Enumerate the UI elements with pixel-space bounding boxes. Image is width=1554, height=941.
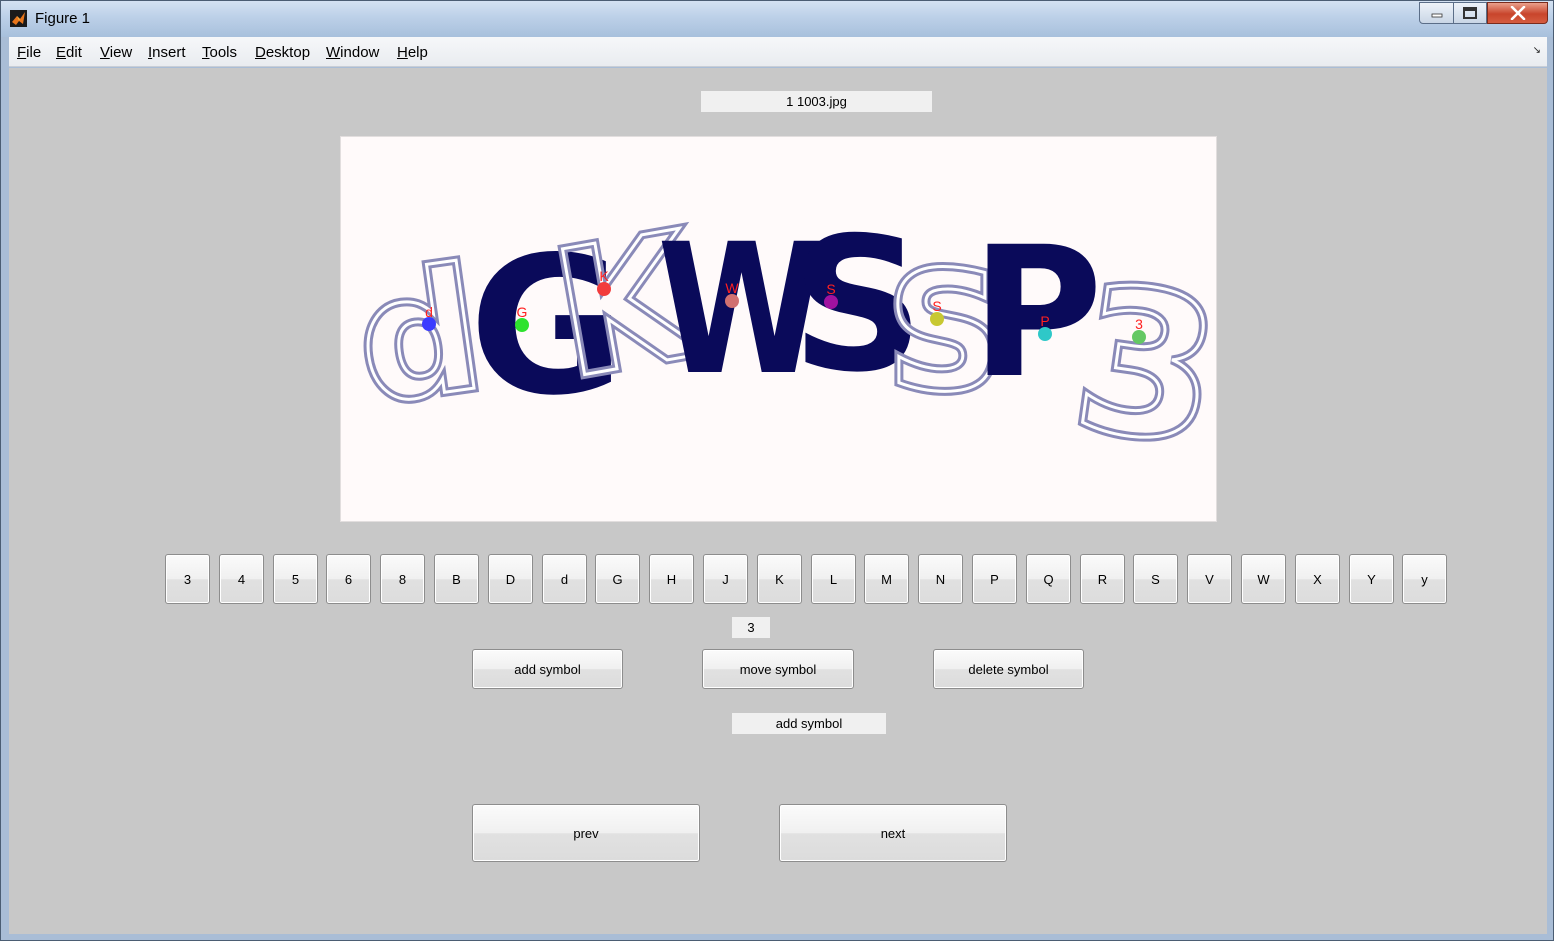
menu-help[interactable]: Help bbox=[397, 44, 428, 61]
menu-insert[interactable]: Insert bbox=[148, 44, 186, 61]
marker-G[interactable] bbox=[515, 318, 529, 332]
symbol-button-Y[interactable]: Y bbox=[1349, 554, 1394, 604]
close-button[interactable] bbox=[1487, 2, 1548, 24]
marker-3[interactable] bbox=[1132, 330, 1146, 344]
menu-view[interactable]: View bbox=[100, 44, 132, 61]
symbol-button-5[interactable]: 5 bbox=[273, 554, 318, 604]
symbol-button-4[interactable]: 4 bbox=[219, 554, 264, 604]
menu-tools[interactable]: Tools bbox=[202, 44, 237, 61]
menu-window[interactable]: Window bbox=[326, 44, 379, 61]
symbol-button-S[interactable]: S bbox=[1133, 554, 1178, 604]
figure-canvas: 1 1003.jpg d d G K K W S S S P 3 3 d G K… bbox=[9, 68, 1547, 934]
symbol-button-8[interactable]: 8 bbox=[380, 554, 425, 604]
restore-icon bbox=[1463, 7, 1477, 19]
symbol-button-Q[interactable]: Q bbox=[1026, 554, 1071, 604]
marker-S-2[interactable] bbox=[930, 312, 944, 326]
symbol-button-M[interactable]: M bbox=[864, 554, 909, 604]
symbol-button-N[interactable]: N bbox=[918, 554, 963, 604]
prev-button[interactable]: prev bbox=[472, 804, 700, 862]
marker-d[interactable] bbox=[422, 317, 436, 331]
delete-symbol-button[interactable]: delete symbol bbox=[933, 649, 1084, 689]
next-button[interactable]: next bbox=[779, 804, 1007, 862]
marker-S-1[interactable] bbox=[824, 295, 838, 309]
menu-bar: File Edit View Insert Tools Desktop Wind… bbox=[9, 37, 1547, 67]
mode-display: add symbol bbox=[732, 713, 886, 734]
marker-W[interactable] bbox=[725, 294, 739, 308]
maximize-button[interactable] bbox=[1453, 2, 1487, 24]
move-symbol-button[interactable]: move symbol bbox=[702, 649, 854, 689]
symbol-button-R[interactable]: R bbox=[1080, 554, 1125, 604]
menu-file[interactable]: File bbox=[17, 44, 41, 61]
symbol-button-lower-y[interactable]: y bbox=[1402, 554, 1447, 604]
symbol-button-L[interactable]: L bbox=[811, 554, 856, 604]
symbol-button-K[interactable]: K bbox=[757, 554, 802, 604]
window-title: Figure 1 bbox=[35, 10, 91, 27]
symbol-button-J[interactable]: J bbox=[703, 554, 748, 604]
symbol-button-3[interactable]: 3 bbox=[165, 554, 210, 604]
menu-desktop[interactable]: Desktop bbox=[255, 44, 310, 61]
minimize-button[interactable] bbox=[1419, 2, 1454, 24]
symbol-button-6[interactable]: 6 bbox=[326, 554, 371, 604]
add-symbol-button[interactable]: add symbol bbox=[472, 649, 623, 689]
filename-display: 1 1003.jpg bbox=[701, 91, 932, 112]
symbol-button-H[interactable]: H bbox=[649, 554, 694, 604]
menu-dock-arrow-icon[interactable]: ↘ bbox=[1533, 45, 1541, 56]
symbol-button-W[interactable]: W bbox=[1241, 554, 1286, 604]
symbol-button-X[interactable]: X bbox=[1295, 554, 1340, 604]
captcha-image-axes[interactable]: d d G K K W S S S P 3 3 d G K W S S P 3 bbox=[340, 136, 1217, 522]
close-icon bbox=[1510, 6, 1525, 20]
marker-K[interactable] bbox=[597, 282, 611, 296]
symbol-button-B[interactable]: B bbox=[434, 554, 479, 604]
marker-P[interactable] bbox=[1038, 327, 1052, 341]
menu-edit[interactable]: Edit bbox=[56, 44, 82, 61]
title-bar[interactable]: Figure 1 bbox=[1, 1, 1553, 37]
matlab-logo-icon bbox=[10, 10, 27, 27]
matlab-figure-window: Figure 1 File Edit View Insert Tools Des… bbox=[0, 0, 1554, 941]
symbol-button-V[interactable]: V bbox=[1187, 554, 1232, 604]
symbol-button-lower-d[interactable]: d bbox=[542, 554, 587, 604]
captcha-image: d d G K K W S S S P 3 3 bbox=[341, 190, 1216, 497]
symbol-button-G[interactable]: G bbox=[595, 554, 640, 604]
selected-symbol-display: 3 bbox=[732, 617, 770, 638]
symbol-button-D[interactable]: D bbox=[488, 554, 533, 604]
minimize-icon bbox=[1431, 13, 1442, 18]
symbol-button-P[interactable]: P bbox=[972, 554, 1017, 604]
